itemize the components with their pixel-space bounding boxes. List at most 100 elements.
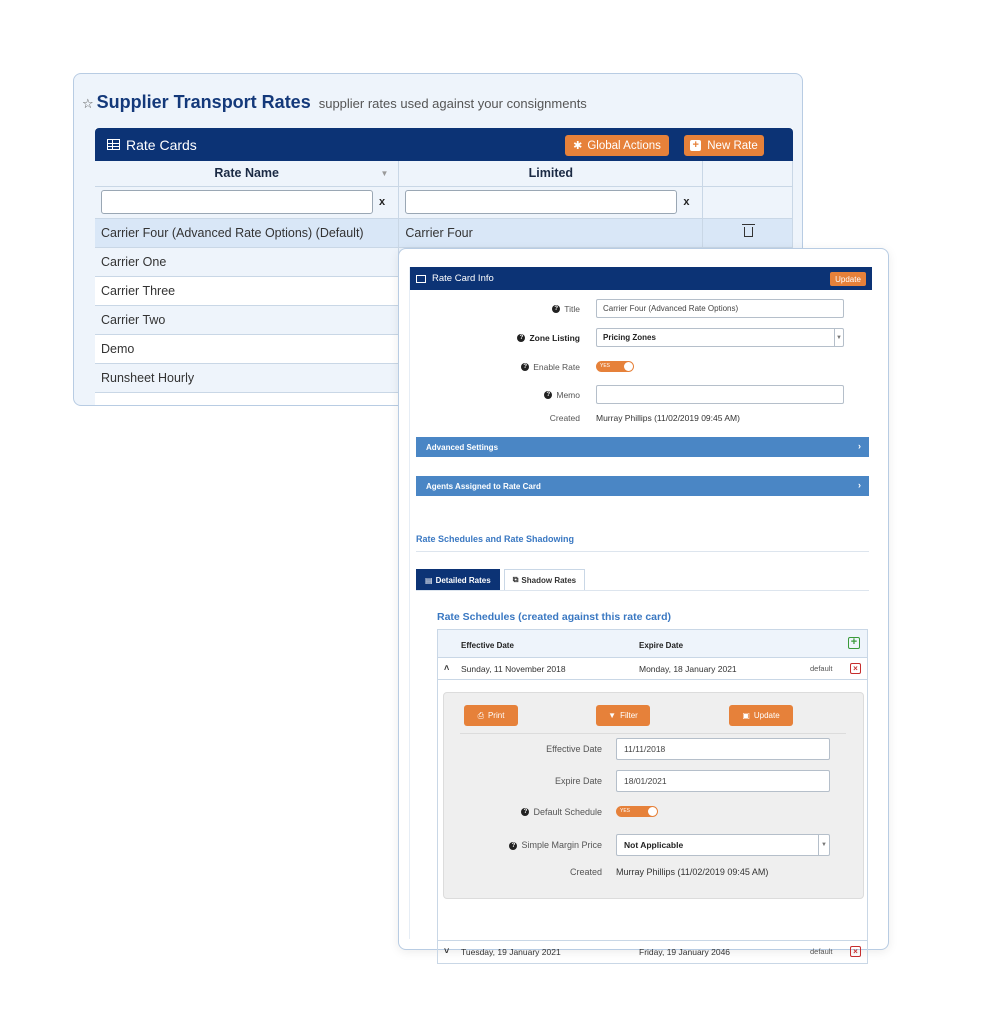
table-row[interactable]: Carrier Four (Advanced Rate Options) (De… xyxy=(95,218,793,248)
page-title: Supplier Transport Rates xyxy=(96,92,311,112)
default-schedule-label: Default Schedule xyxy=(533,806,602,817)
agents-label: Agents Assigned to Rate Card xyxy=(426,481,541,491)
rate-name-cell: Carrier Four (Advanced Rate Options) (De… xyxy=(95,218,400,248)
agents-accordion[interactable]: Agents Assigned to Rate Card › xyxy=(416,476,869,496)
rate-name-cell: Demo xyxy=(95,334,400,364)
rate-name-filter-input[interactable] xyxy=(101,190,373,214)
help-icon[interactable]: ? xyxy=(521,363,530,372)
section-title: Rate Schedules and Rate Shadowing xyxy=(416,534,575,544)
help-icon[interactable]: ? xyxy=(552,305,561,314)
star-icon[interactable]: ☆ xyxy=(82,96,94,112)
column-header-rate-name[interactable]: Rate Name ▼ xyxy=(95,161,400,187)
print-icon: ⎙ xyxy=(477,710,484,720)
title-label: Title xyxy=(564,303,580,314)
created-value: Murray Phillips (11/02/2019 09:45 AM) xyxy=(596,413,740,423)
expire-date-label: Expire Date xyxy=(554,776,602,786)
divider xyxy=(416,590,869,591)
schedules-title: Rate Schedules (created against this rat… xyxy=(437,611,671,623)
zone-listing-row: ? Zone Listing Pricing Zones ▼ xyxy=(410,328,844,347)
column-header-actions xyxy=(702,161,793,187)
print-button[interactable]: ⎙ Print xyxy=(464,705,518,726)
update-schedule-button[interactable]: ▣ Update xyxy=(729,705,793,726)
memo-label: Memo xyxy=(556,389,580,400)
effective-date-input[interactable]: 11/11/2018 xyxy=(616,738,830,760)
column-header-effective: Effective Date xyxy=(461,641,514,650)
enable-rate-row: ? Enable Rate YES xyxy=(410,361,634,372)
tab-detailed-rates[interactable]: ▤ Detailed Rates xyxy=(416,569,500,591)
help-icon[interactable]: ? xyxy=(521,808,530,817)
memo-input[interactable] xyxy=(596,385,844,404)
rate-name-cell: Runsheet Hourly xyxy=(95,363,400,393)
table-icon xyxy=(107,139,120,150)
effective-date: Tuesday, 19 January 2021 xyxy=(461,947,561,957)
title-input[interactable]: Carrier Four (Advanced Rate Options) xyxy=(596,299,844,318)
enable-rate-toggle[interactable]: YES xyxy=(596,361,634,372)
new-rate-label: New Rate xyxy=(707,139,758,152)
zone-listing-label: Zone Listing xyxy=(529,332,580,343)
clear-filter-button[interactable]: x xyxy=(677,196,695,208)
filter-button[interactable]: ▼ Filter xyxy=(596,705,650,726)
column-header-expire: Expire Date xyxy=(639,641,684,650)
rate-tabs: ▤ Detailed Rates ⧉ Shadow Rates xyxy=(416,569,586,591)
rate-card-info-window: Rate Card Info Update ? Title Carrier Fou… xyxy=(398,248,889,964)
help-icon[interactable]: ? xyxy=(517,334,526,343)
column-header-limited[interactable]: Limited xyxy=(398,161,704,187)
schedule-row[interactable]: ˄ Sunday, 11 November 2018 Monday, 18 Ja… xyxy=(438,658,867,680)
tab-shadow-rates[interactable]: ⧉ Shadow Rates xyxy=(503,569,586,591)
created-row: Created Murray Phillips (11/02/2019 09:4… xyxy=(410,413,740,423)
add-schedule-icon[interactable]: + xyxy=(848,637,860,649)
expire-date-input[interactable]: 18/01/2021 xyxy=(616,770,830,792)
margin-price-row: ? Simple Margin Price Not Applicable ▼ xyxy=(444,834,830,856)
rate-name-cell: Carrier Two xyxy=(95,305,400,335)
zone-listing-select[interactable]: Pricing Zones ▼ xyxy=(596,328,844,347)
chevron-right-icon: › xyxy=(858,441,861,451)
schedule-row[interactable]: ˅ Tuesday, 19 January 2021 Friday, 19 Ja… xyxy=(438,941,867,963)
clear-filter-button[interactable]: x xyxy=(373,196,391,208)
limited-filter-input[interactable] xyxy=(405,190,678,214)
default-schedule-toggle[interactable]: YES xyxy=(616,806,658,817)
page-header: ☆ Supplier Transport Rates supplier rate… xyxy=(82,92,587,113)
schedule-created-value: Murray Phillips (11/02/2019 09:45 AM) xyxy=(616,867,769,877)
default-tag: default xyxy=(810,947,833,956)
schedule-created-row: Created Murray Phillips (11/02/2019 09:4… xyxy=(444,867,768,877)
created-label: Created xyxy=(549,413,580,423)
schedules-table: Effective Date Expire Date + ˄ Sunday, 1… xyxy=(437,629,868,964)
enable-rate-label: Enable Rate xyxy=(533,361,580,372)
default-tag: default xyxy=(810,664,833,673)
margin-price-select[interactable]: Not Applicable ▼ xyxy=(616,834,830,856)
advanced-settings-accordion[interactable]: Advanced Settings › xyxy=(416,437,869,457)
global-actions-label: Global Actions xyxy=(587,139,661,152)
rate-card-info-panel: Rate Card Info Update ? Title Carrier Fou… xyxy=(409,267,872,964)
update-button[interactable]: Update xyxy=(830,272,866,286)
rate-cards-title: Rate Cards xyxy=(126,136,197,153)
schedule-detail: ⎙ Print ▼ Filter ▣ Update Effective Date xyxy=(438,680,867,941)
rate-name-cell: Carrier Three xyxy=(95,276,400,306)
gear-icon: ✱ xyxy=(573,140,583,152)
effective-date-row: Effective Date 11/11/2018 xyxy=(444,738,830,760)
advanced-settings-label: Advanced Settings xyxy=(426,442,499,452)
copy-icon: ⧉ xyxy=(512,575,519,584)
rate-card-info-title: Rate Card Info xyxy=(432,273,494,284)
schedules-header: Effective Date Expire Date + xyxy=(438,630,867,658)
rate-name-cell: Carrier One xyxy=(95,247,400,277)
delete-icon[interactable]: × xyxy=(850,946,861,957)
expire-date-row: Expire Date 18/01/2021 xyxy=(444,770,830,792)
title-row: ? Title Carrier Four (Advanced Rate Optio… xyxy=(410,299,844,318)
help-icon[interactable]: ? xyxy=(544,391,553,400)
divider xyxy=(416,551,869,552)
plus-icon: + xyxy=(690,140,702,151)
rate-card-info-header: Rate Card Info Update xyxy=(410,267,872,290)
help-icon[interactable]: ? xyxy=(509,841,518,850)
filter-icon: ▼ xyxy=(608,711,617,720)
limited-cell: Carrier Four xyxy=(398,218,704,248)
page-subtitle: supplier rates used against your consign… xyxy=(318,96,587,111)
chevron-down-icon[interactable]: ˅ xyxy=(444,946,449,956)
expire-date: Friday, 19 January 2046 xyxy=(639,947,731,957)
new-rate-button[interactable]: + New Rate xyxy=(684,135,764,156)
global-actions-button[interactable]: ✱ Global Actions xyxy=(565,135,669,156)
chevron-up-icon[interactable]: ˄ xyxy=(444,663,449,673)
memo-row: ? Memo xyxy=(410,385,844,404)
delete-icon[interactable]: × xyxy=(850,663,861,674)
schedule-created-label: Created xyxy=(569,867,602,877)
trash-icon[interactable] xyxy=(742,223,756,237)
